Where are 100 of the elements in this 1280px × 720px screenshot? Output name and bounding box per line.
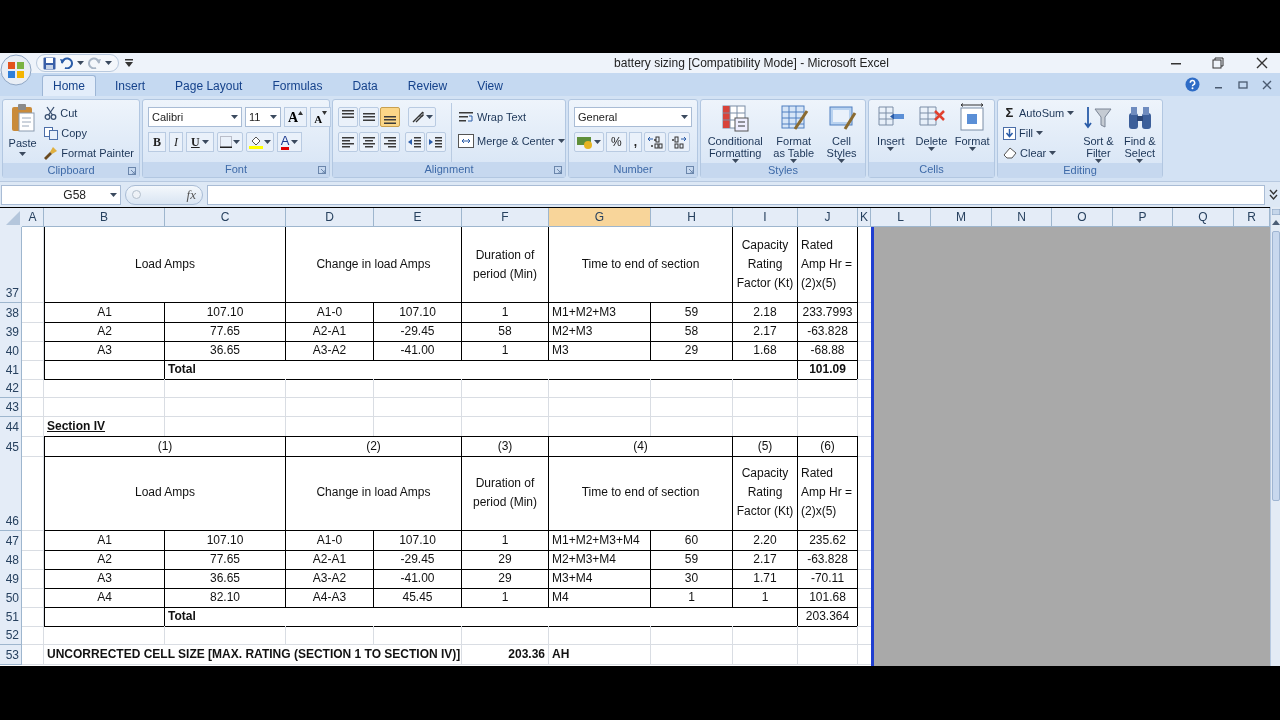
format-painter-button[interactable]: Format Painter [42,143,136,163]
text-align-button[interactable] [380,132,400,152]
column-header[interactable]: L [871,208,931,227]
row-header[interactable]: 51 [0,607,22,627]
row-header[interactable]: 41 [0,360,22,380]
undo-icon[interactable] [60,57,73,69]
row-header[interactable]: 44 [0,417,22,437]
scroll-up-icon[interactable] [1271,219,1280,227]
vertical-align-button[interactable] [338,107,358,127]
insert-button[interactable]: Insert [872,103,910,162]
conditional-formatting-button[interactable]: Conditional Formatting [704,103,767,163]
format-button[interactable]: Format [953,103,991,162]
column-header[interactable]: C [165,208,286,227]
decrease-indent-button[interactable] [405,132,425,152]
currency-button[interactable] [574,132,604,152]
cut-button[interactable]: Cut [42,103,136,123]
column-header[interactable]: A [22,208,44,227]
format-as-table-button[interactable]: Format as Table [769,103,819,163]
column-header[interactable]: R [1234,208,1270,227]
column-header[interactable]: O [1052,208,1113,227]
comma-button[interactable]: , [628,132,642,152]
close-button[interactable] [1256,57,1268,69]
column-header[interactable]: P [1113,208,1173,227]
percent-button[interactable]: % [606,132,627,152]
ribbon-tab[interactable]: Formulas [261,75,334,96]
column-header[interactable]: G [549,208,651,227]
dialog-launcher-icon[interactable] [318,166,326,174]
column-header[interactable]: J [798,208,858,227]
row-header[interactable]: 39 [0,322,22,342]
paste-button[interactable]: Paste [6,103,40,163]
column-header[interactable]: H [651,208,733,227]
name-box[interactable]: G58 [1,184,121,205]
column-header[interactable]: K [858,208,871,227]
ribbon-tab[interactable]: Review [396,75,459,96]
vertical-align-button[interactable] [380,107,400,127]
column-header[interactable]: F [462,208,549,227]
find-select-button[interactable]: Find & Select [1120,103,1159,163]
restore-button[interactable] [1238,79,1248,90]
dialog-launcher-icon[interactable] [554,166,562,174]
scrollbar-thumb[interactable] [1271,231,1280,501]
wrap-text-button[interactable]: Wrap Text [456,107,567,127]
row-header[interactable]: 38 [0,303,22,323]
row-header[interactable]: 46 [0,455,22,531]
row-header[interactable]: 37 [0,227,22,303]
row-header[interactable]: 48 [0,550,22,570]
restore-button[interactable] [1212,57,1224,69]
font-name-dropdown[interactable]: Calibri [148,107,242,127]
column-header[interactable]: D [286,208,374,227]
delete-button[interactable]: Delete [912,103,951,162]
sort-filter-button[interactable]: Sort & Filter [1079,103,1118,163]
cell-styles-button[interactable]: Cell Styles [821,103,862,163]
borders-button[interactable] [216,132,243,152]
ribbon-tab[interactable]: View [466,75,514,96]
ribbon-tab[interactable]: Home [42,75,96,96]
underline-button[interactable]: U [186,132,214,152]
copy-button[interactable]: Copy [42,123,136,143]
customize-toolbar-icon[interactable] [125,59,133,67]
row-header[interactable]: 43 [0,398,22,417]
split-handle-icon[interactable] [1271,209,1280,215]
column-header[interactable]: I [733,208,798,227]
font-size-dropdown[interactable]: 11 [245,107,281,127]
italic-button[interactable]: I [169,132,183,152]
text-align-button[interactable] [338,132,358,152]
orientation-button[interactable] [408,107,436,127]
insert-function-button[interactable]: fx [125,184,203,205]
ribbon-tab[interactable]: Data [341,75,389,96]
dialog-launcher-icon[interactable] [686,166,694,174]
merge-center-button[interactable]: Merge & Center [456,131,567,151]
column-header[interactable]: Q [1173,208,1234,227]
row-header[interactable]: 53 [0,645,22,665]
row-header[interactable]: 49 [0,569,22,589]
column-header[interactable]: M [931,208,992,227]
grow-font-button[interactable]: A [284,107,308,127]
vertical-align-button[interactable] [359,107,379,127]
column-header[interactable]: E [374,208,462,227]
column-header[interactable]: N [992,208,1052,227]
row-header[interactable]: 52 [0,626,22,645]
ribbon-tab[interactable]: Insert [104,75,157,96]
bold-button[interactable]: B [148,132,166,152]
increase-decimal-button[interactable] [644,132,666,152]
ribbon-tab[interactable]: Page Layout [164,75,254,96]
row-header[interactable]: 42 [0,379,22,398]
row-header[interactable]: 50 [0,588,22,608]
shrink-font-button[interactable]: A [310,107,332,127]
help-icon[interactable] [1185,77,1200,92]
text-align-button[interactable] [359,132,379,152]
font-color-button[interactable]: A [276,132,303,152]
row-header[interactable]: 45 [0,436,22,457]
formula-input[interactable] [207,184,1265,205]
close-button[interactable] [1262,79,1272,90]
expand-icon[interactable] [1269,188,1278,201]
increase-indent-button[interactable] [426,132,446,152]
row-header[interactable]: 40 [0,341,22,361]
dialog-launcher-icon[interactable] [128,167,136,175]
save-icon[interactable] [43,56,56,70]
fill-color-button[interactable] [245,132,274,152]
fill-button[interactable]: Fill [1001,123,1077,143]
row-header[interactable]: 47 [0,531,22,551]
decrease-decimal-button[interactable] [668,132,690,152]
clear-button[interactable]: Clear [1001,143,1077,163]
